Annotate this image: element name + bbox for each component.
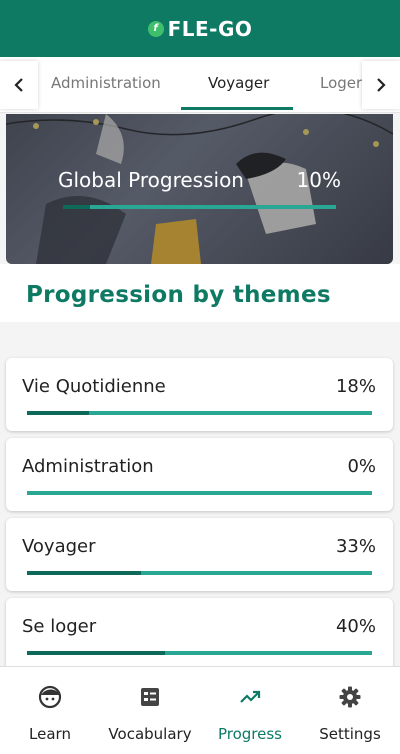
- global-progression-label: Global Progression: [58, 168, 244, 192]
- global-progress-bar: [63, 205, 336, 209]
- chevron-right-icon: [377, 78, 386, 92]
- gear-icon: [339, 686, 361, 708]
- theme-tabs: Administration Voyager Loger: [0, 57, 400, 113]
- nav-progress[interactable]: Progress: [200, 667, 300, 754]
- theme-percent: 33%: [335, 536, 376, 557]
- tab-scroll-right-button[interactable]: [362, 61, 400, 109]
- app-header: f FLE-GO: [0, 0, 400, 57]
- theme-name: Se loger: [22, 616, 97, 637]
- theme-card[interactable]: Vie Quotidienne 18%: [6, 358, 393, 431]
- theme-percent: 0%: [347, 456, 376, 477]
- theme-progress-fill: [27, 411, 90, 415]
- section-title: Progression by themes: [26, 282, 331, 308]
- nav-learn[interactable]: Learn: [0, 667, 100, 754]
- bottom-navigation: Learn Vocabulary Progress Settings: [0, 666, 400, 754]
- tab-loger[interactable]: Loger: [320, 57, 362, 109]
- global-progress-fill: [63, 205, 91, 209]
- theme-percent: 18%: [335, 376, 376, 397]
- theme-progress-bar: [27, 651, 372, 655]
- chevron-left-icon: [14, 78, 23, 92]
- nav-progress-label: Progress: [217, 725, 282, 743]
- tab-administration[interactable]: Administration: [51, 57, 161, 109]
- global-progression-value: 10%: [296, 168, 341, 192]
- theme-progress-fill: [27, 571, 141, 575]
- theme-percent: 40%: [335, 616, 376, 637]
- theme-card[interactable]: Administration 0%: [6, 438, 393, 511]
- theme-progress-bar: [27, 571, 372, 575]
- face-icon: [38, 685, 62, 709]
- theme-card[interactable]: Se loger 40%: [6, 598, 393, 671]
- theme-progress-bar: [27, 411, 372, 415]
- global-progression-banner: Global Progression 10%: [6, 114, 393, 264]
- logo-leaf-icon: f: [147, 20, 164, 37]
- theme-name: Administration: [22, 456, 154, 477]
- theme-progress-fill: [27, 651, 165, 655]
- theme-card[interactable]: Voyager 33%: [6, 518, 393, 591]
- theme-name: Voyager: [22, 536, 96, 557]
- theme-progress-bar: [27, 491, 372, 495]
- tab-scroll-left-button[interactable]: [0, 61, 38, 109]
- vocabulary-list-icon: [141, 688, 159, 706]
- nav-vocabulary-label: Vocabulary: [108, 725, 192, 743]
- nav-vocabulary[interactable]: Vocabulary: [100, 667, 200, 754]
- app-logo: f FLE-GO: [147, 16, 253, 41]
- nav-settings-label: Settings: [319, 725, 381, 743]
- theme-name: Vie Quotidienne: [22, 376, 166, 397]
- app-title: FLE-GO: [167, 16, 253, 41]
- nav-learn-label: Learn: [29, 725, 71, 743]
- tab-voyager[interactable]: Voyager: [208, 57, 269, 109]
- trending-up-icon: [240, 690, 261, 703]
- nav-settings[interactable]: Settings: [300, 667, 400, 754]
- active-tab-indicator: [181, 107, 293, 110]
